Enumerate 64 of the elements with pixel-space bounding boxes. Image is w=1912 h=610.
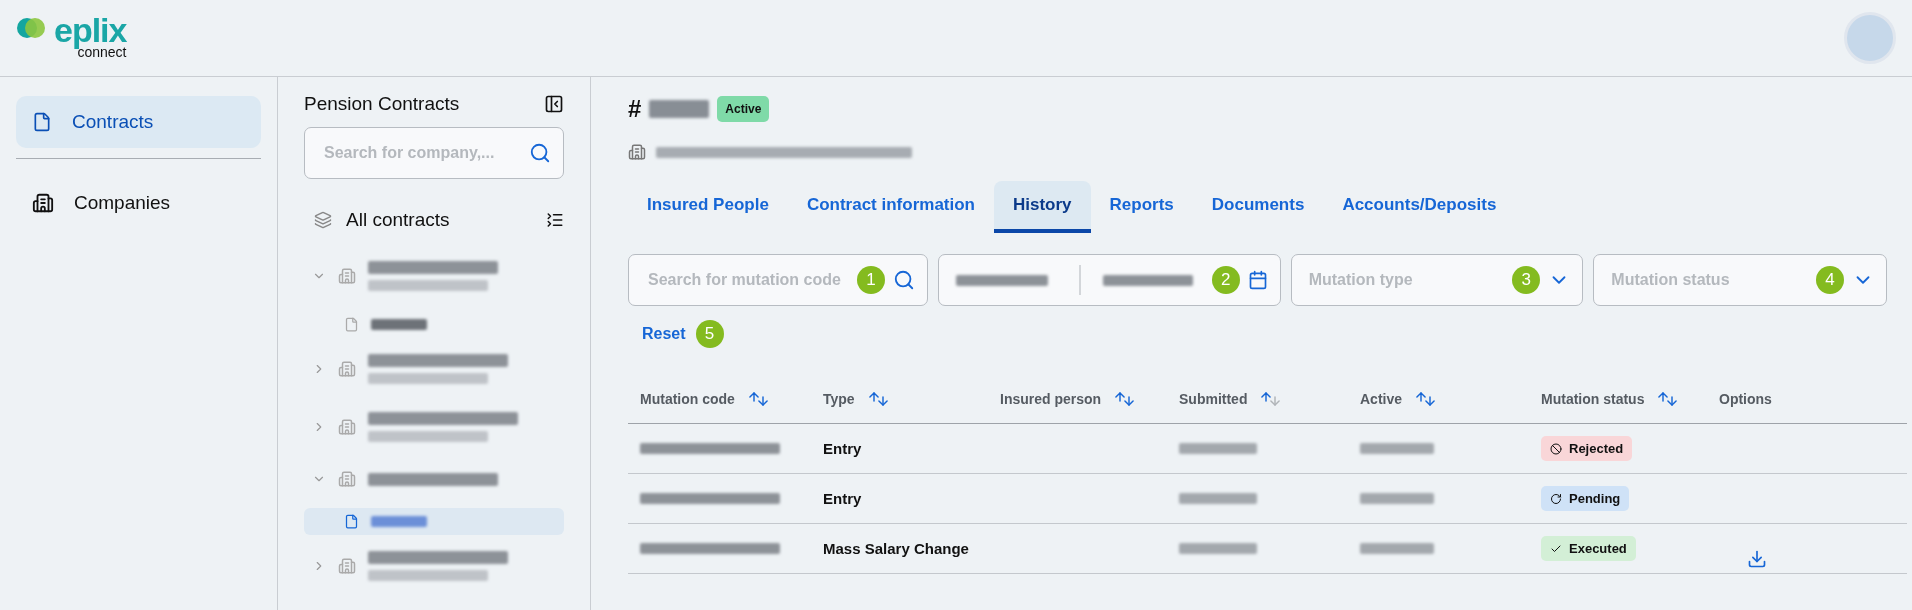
status-badge: Pending (1541, 486, 1630, 511)
table-cell: Mass Salary Change (823, 540, 969, 557)
reset-link[interactable]: Reset (642, 325, 686, 343)
column-label: Active (1360, 390, 1403, 407)
column-label: Mutation code (640, 390, 735, 407)
panel-title: Pension Contracts (304, 93, 460, 115)
search-input[interactable]: Search for mutation code (646, 270, 849, 290)
building-icon (338, 267, 356, 285)
redacted-text (371, 516, 427, 527)
logo-name: eplix (54, 13, 127, 47)
tab[interactable]: Reports (1090, 181, 1193, 233)
building-icon (338, 470, 356, 488)
tab[interactable]: Documents (1192, 181, 1324, 233)
building-icon (628, 143, 646, 161)
document-icon (32, 112, 52, 132)
layers-icon (314, 211, 332, 229)
redacted-text (649, 100, 710, 118)
table-cell: Entry (823, 490, 862, 507)
building-icon (32, 192, 54, 214)
redacted-text (371, 319, 427, 330)
refresh-icon (1550, 492, 1562, 505)
sort-icon[interactable] (1113, 389, 1137, 408)
step-marker: 3 (1512, 266, 1541, 294)
sort-icon[interactable] (1414, 389, 1438, 408)
building-icon (338, 360, 356, 378)
tab[interactable]: History (994, 181, 1091, 233)
blocked-icon (1550, 442, 1562, 455)
calendar-icon[interactable] (1247, 270, 1268, 290)
building-icon (338, 557, 356, 575)
building-icon (338, 418, 356, 436)
column-label: Options (1719, 390, 1772, 407)
sort-icon[interactable] (1656, 389, 1680, 408)
step-marker: 2 (1211, 266, 1240, 294)
search-icon[interactable] (893, 269, 915, 291)
step-marker: 4 (1816, 266, 1844, 294)
tab[interactable]: Accounts/Deposits (1323, 181, 1516, 233)
search-input[interactable]: Search for company,... (322, 143, 521, 163)
sort-icon[interactable] (746, 389, 770, 408)
sort-icon[interactable] (866, 389, 890, 408)
nav-item[interactable]: Contracts (16, 96, 261, 148)
status-badge: Executed (1541, 536, 1636, 561)
collapse-panel-icon[interactable] (544, 94, 564, 114)
search-icon[interactable] (529, 142, 551, 164)
search-field[interactable]: Search for company,... (304, 127, 564, 179)
document-icon (344, 514, 359, 529)
sort-icon[interactable] (1259, 389, 1283, 408)
table-cell: Entry (823, 440, 862, 457)
contract-number-prefix: # (628, 95, 642, 123)
status-badge: Rejected (1541, 436, 1633, 461)
column-label: Insured person (1000, 390, 1102, 407)
status-tag: Active (717, 96, 770, 122)
column-label: Type (823, 390, 855, 407)
tree-item[interactable] (304, 508, 564, 535)
step-marker: 5 (695, 320, 724, 348)
tree-root-label[interactable]: All contracts (346, 209, 532, 231)
collapse-all-icon[interactable] (546, 211, 564, 229)
document-icon (344, 317, 359, 332)
nav-item[interactable]: Companies (16, 177, 261, 229)
tab[interactable]: Insured People (628, 181, 788, 233)
logo-mark-icon (16, 17, 46, 39)
tab[interactable]: Contract information (787, 181, 994, 233)
step-marker: 1 (857, 266, 885, 294)
column-label: Submitted (1179, 390, 1248, 407)
column-label: Mutation status (1541, 390, 1645, 407)
